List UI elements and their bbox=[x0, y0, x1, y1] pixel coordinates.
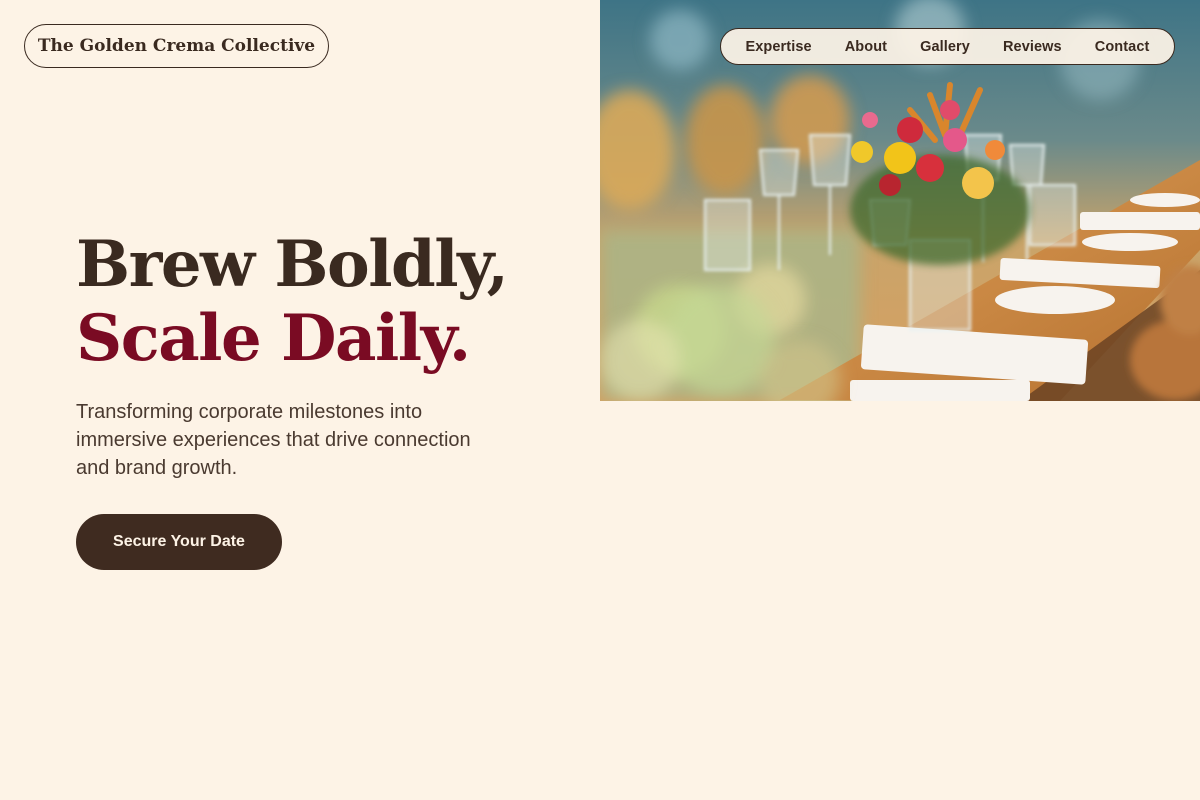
nav-item-about[interactable]: About bbox=[845, 39, 887, 55]
hero-subtitle: Transforming corporate milestones into i… bbox=[76, 401, 471, 479]
main-nav: Expertise About Gallery Reviews Contact bbox=[720, 28, 1175, 65]
headline-line-2: Scale Daily. bbox=[76, 301, 471, 376]
nav-item-contact[interactable]: Contact bbox=[1095, 39, 1150, 55]
secure-date-button[interactable]: Secure Your Date bbox=[76, 514, 282, 570]
headline-line-1: Brew Boldly, bbox=[76, 227, 509, 302]
brand-logo[interactable]: The Golden Crema Collective bbox=[24, 24, 329, 68]
nav-item-expertise[interactable]: Expertise bbox=[746, 39, 812, 55]
hero-headline: Brew Boldly, Scale Daily. bbox=[76, 227, 509, 376]
nav-item-reviews[interactable]: Reviews bbox=[1003, 39, 1062, 55]
brand-name: The Golden Crema Collective bbox=[37, 36, 316, 56]
nav-item-gallery[interactable]: Gallery bbox=[920, 39, 970, 55]
